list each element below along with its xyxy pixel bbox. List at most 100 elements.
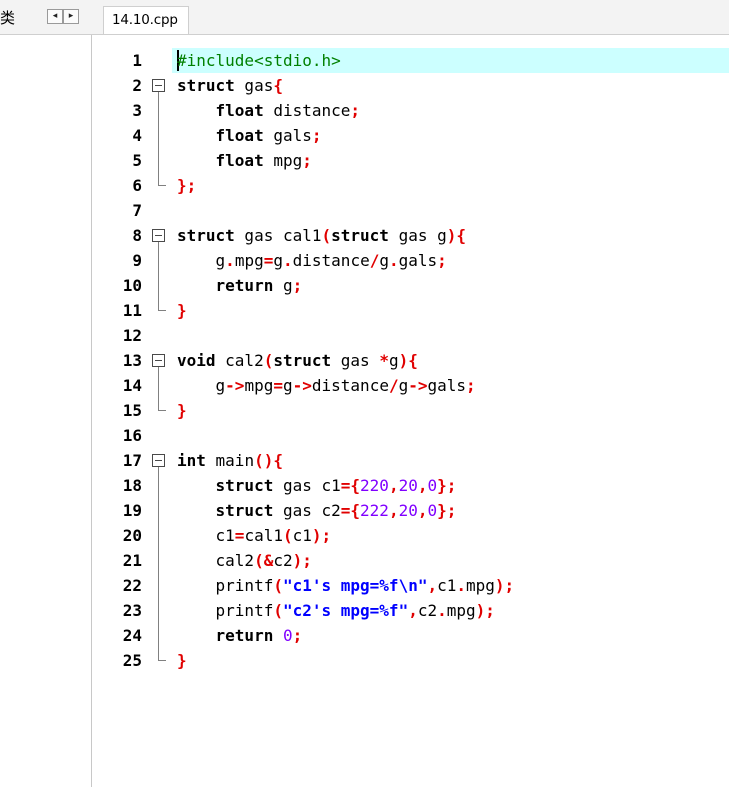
code-token: g (177, 251, 226, 270)
code-line[interactable]: #include<stdio.h> (177, 48, 341, 73)
code-token: printf (177, 576, 274, 595)
code-token: . (437, 601, 447, 620)
code-token: c2 (417, 601, 438, 620)
code-line[interactable]: struct gas c2={222,20,0}; (177, 498, 457, 523)
fold-toggle-icon[interactable] (152, 229, 165, 242)
fold-toggle-icon[interactable] (152, 454, 165, 467)
tab-title: 14.10.cpp (112, 12, 178, 28)
line-number: 2 (132, 76, 142, 95)
line-number: 20 (122, 526, 142, 545)
code-token: printf (177, 601, 274, 620)
code-line[interactable]: printf("c1's mpg=%f\n",c1.mpg); (177, 573, 515, 598)
code-token: } (177, 401, 187, 420)
fold-toggle-icon[interactable] (152, 354, 165, 367)
code-line[interactable]: } (177, 298, 187, 323)
line-number: 21 (122, 551, 142, 570)
code-token: mpg (234, 251, 264, 270)
code-line[interactable]: }; (177, 173, 196, 198)
fold-end-marker (158, 185, 166, 186)
code-token: , (388, 476, 399, 495)
tab-14-10-cpp[interactable]: 14.10.cpp (103, 6, 189, 34)
line-number: 1 (132, 51, 142, 70)
code-token: ( (282, 526, 293, 545)
code-token: g (273, 276, 293, 295)
code-token: 220 (360, 476, 389, 495)
line-number: 14 (122, 376, 142, 395)
code-token: gals (398, 251, 438, 270)
code-token: mpg (466, 576, 495, 595)
code-token: float (215, 126, 264, 145)
code-line[interactable]: c1=cal1(c1); (177, 523, 332, 548)
class-browser-label: 类 (0, 9, 16, 27)
tab-scroll-right-button[interactable]: ▸ (63, 9, 79, 24)
line-number: 5 (132, 151, 142, 170)
code-token: . (388, 251, 399, 270)
fold-guide-line (158, 467, 159, 660)
line-number: 3 (132, 101, 142, 120)
code-token: ); (494, 576, 515, 595)
code-token: ; (466, 376, 476, 395)
line-number: 8 (132, 226, 142, 245)
code-token: ); (292, 551, 312, 570)
code-line[interactable]: struct gas cal1(struct gas g){ (177, 223, 466, 248)
code-token: gas (331, 351, 380, 370)
line-number: 25 (122, 651, 142, 670)
code-token: struct (273, 351, 332, 370)
fold-guide-line (158, 242, 159, 310)
code-line[interactable]: } (177, 648, 187, 673)
code-line[interactable]: float mpg; (177, 148, 312, 173)
code-token: , (408, 601, 418, 620)
code-token: gas (234, 76, 274, 95)
line-number: 10 (122, 276, 142, 295)
fold-guide-line (158, 92, 159, 185)
code-token: c1 (437, 576, 457, 595)
code-line[interactable]: struct gas{ (177, 73, 283, 98)
code-line[interactable]: struct gas c1={220,20,0}; (177, 473, 457, 498)
code-token: 20 (398, 476, 418, 495)
code-token: c2 (273, 551, 293, 570)
code-token: "c2's mpg=%f" (282, 601, 409, 620)
code-token: struct (215, 476, 274, 495)
code-line[interactable]: int main(){ (177, 448, 283, 473)
code-line[interactable]: printf("c2's mpg=%f",c2.mpg); (177, 598, 495, 623)
code-line[interactable]: g->mpg=g->distance/g->gals; (177, 373, 476, 398)
line-number: 12 (122, 326, 142, 345)
code-line[interactable]: return g; (177, 273, 303, 298)
code-token: }; (437, 476, 457, 495)
tab-scroll-left-button[interactable]: ◂ (47, 9, 63, 24)
line-number: 22 (122, 576, 142, 595)
fold-toggle-icon[interactable] (152, 79, 165, 92)
code-token: } (177, 301, 187, 320)
code-token: , (427, 576, 438, 595)
code-line[interactable]: float gals; (177, 123, 322, 148)
line-number: 7 (132, 201, 142, 220)
code-token: ={ (340, 501, 361, 520)
code-token: cal1 (244, 526, 283, 545)
code-token: ={ (340, 476, 361, 495)
code-line[interactable]: return 0; (177, 623, 303, 648)
code-token: mpg (263, 151, 303, 170)
code-line[interactable]: g.mpg=g.distance/g.gals; (177, 248, 447, 273)
code-line[interactable]: float distance; (177, 98, 361, 123)
code-token: int (177, 451, 206, 470)
code-token: = (273, 376, 283, 395)
code-token: gals (263, 126, 312, 145)
code-line[interactable]: void cal2(struct gas *g){ (177, 348, 418, 373)
code-token: c1 (292, 526, 312, 545)
code-line[interactable]: } (177, 398, 187, 423)
line-number: 18 (122, 476, 142, 495)
code-token: void (177, 351, 216, 370)
code-token: ){ (398, 351, 418, 370)
code-token: ( (263, 351, 274, 370)
code-token: 0 (282, 626, 293, 645)
code-token: return (215, 276, 274, 295)
code-line[interactable]: cal2(&c2); (177, 548, 312, 573)
code-token: gas c1 (273, 476, 341, 495)
code-token: distance (263, 101, 351, 120)
